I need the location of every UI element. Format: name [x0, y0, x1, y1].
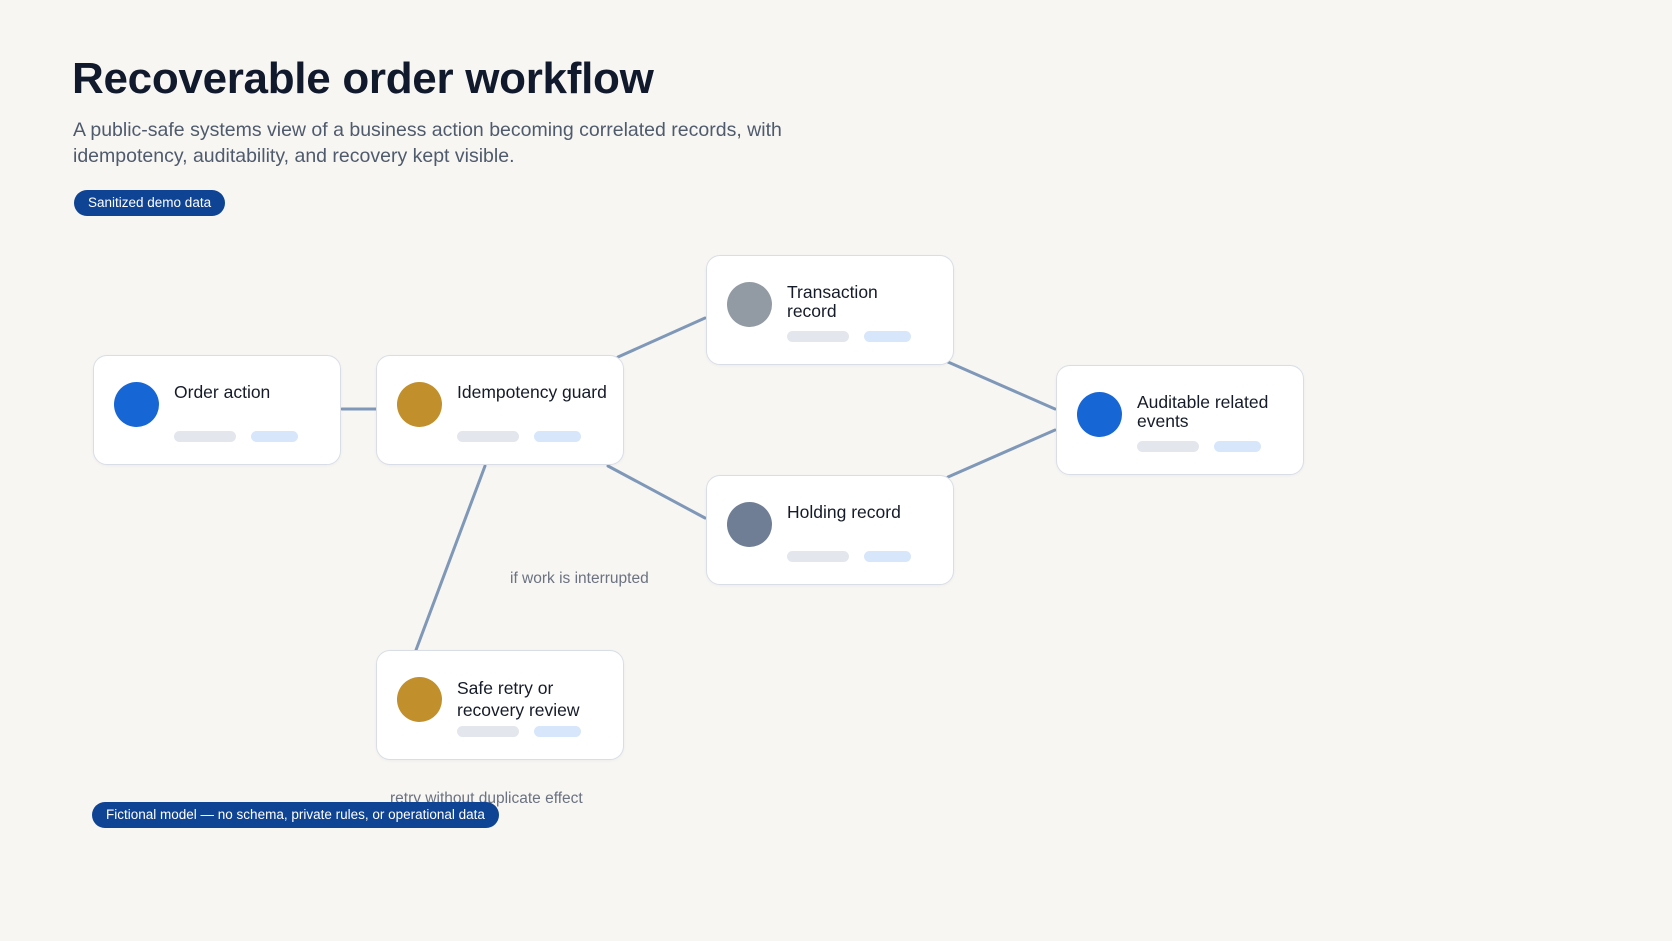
- node-label: Holding record: [787, 502, 901, 522]
- placeholder-bar: [787, 551, 849, 562]
- status-dot-icon: [1077, 392, 1122, 437]
- placeholder-bar: [457, 726, 519, 737]
- status-dot-icon: [397, 382, 442, 427]
- placeholder-bar-accent: [1214, 441, 1261, 452]
- placeholder-bar: [457, 431, 519, 442]
- node-label: Auditable related events: [1137, 392, 1269, 431]
- placeholder-bar: [174, 431, 236, 442]
- edge-holding-to-events: [946, 428, 1057, 479]
- placeholder-bar-accent: [251, 431, 298, 442]
- status-dot-icon: [727, 502, 772, 547]
- fictional-model-badge: Fictional model — no schema, private rul…: [92, 802, 499, 828]
- node-safe-retry[interactable]: Safe retry or recovery review: [376, 650, 624, 760]
- edge-transaction-to-events: [946, 360, 1057, 411]
- node-transaction-record[interactable]: Transaction record: [706, 255, 954, 365]
- connector-layer: [340, 316, 1057, 652]
- placeholder-bar-accent: [864, 331, 911, 342]
- placeholder-bar-accent: [534, 726, 581, 737]
- placeholder-bar: [787, 331, 849, 342]
- status-dot-icon: [114, 382, 159, 427]
- placeholder-bar-accent: [864, 551, 911, 562]
- node-order-action[interactable]: Order action: [93, 355, 341, 465]
- edge-guard-to-retry: [414, 464, 487, 652]
- status-dot-icon: [397, 677, 442, 722]
- node-holding-record[interactable]: Holding record: [706, 475, 954, 585]
- edge-guard-to-holding: [606, 464, 707, 520]
- status-dot-icon: [727, 282, 772, 327]
- edge-guard-to-transaction: [616, 316, 707, 359]
- node-label: Transaction record: [787, 282, 878, 321]
- node-auditable-events[interactable]: Auditable related events: [1056, 365, 1304, 475]
- placeholder-bar: [1137, 441, 1199, 452]
- node-label: Safe retry or recovery review: [457, 678, 580, 720]
- placeholder-bar-accent: [534, 431, 581, 442]
- node-label: Idempotency guard: [457, 382, 607, 402]
- node-label: Order action: [174, 382, 271, 402]
- edge-label-interrupted: if work is interrupted: [510, 570, 649, 587]
- node-idempotency-guard[interactable]: Idempotency guard: [376, 355, 624, 465]
